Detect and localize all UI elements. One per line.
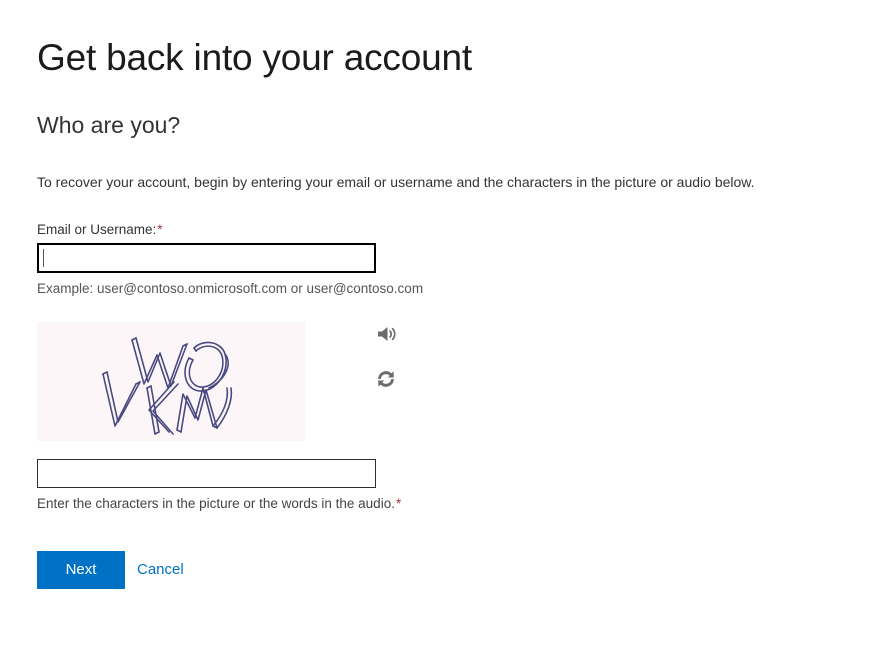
captcha-input[interactable] bbox=[37, 459, 376, 488]
email-field-label: Email or Username:* bbox=[37, 222, 163, 237]
email-label-text: Email or Username: bbox=[37, 222, 157, 237]
cancel-link[interactable]: Cancel bbox=[137, 551, 184, 589]
speaker-icon bbox=[378, 327, 396, 341]
captcha-refresh-button[interactable] bbox=[375, 367, 399, 391]
captcha-challenge-image bbox=[37, 322, 305, 441]
intro-text: To recover your account, begin by enteri… bbox=[37, 174, 755, 190]
refresh-icon bbox=[378, 371, 394, 387]
captcha-image-container bbox=[37, 322, 305, 441]
captcha-required-asterisk: * bbox=[395, 496, 402, 511]
captcha-tools bbox=[375, 322, 401, 391]
email-required-asterisk: * bbox=[157, 222, 163, 237]
page-subtitle: Who are you? bbox=[37, 112, 181, 138]
text-caret bbox=[43, 249, 44, 267]
email-input[interactable] bbox=[37, 243, 376, 273]
email-example-hint: Example: user@contoso.onmicrosoft.com or… bbox=[37, 281, 424, 296]
captcha-hint: Enter the characters in the picture or t… bbox=[37, 496, 401, 511]
password-reset-page: Get back into your account Who are you? … bbox=[0, 0, 881, 667]
next-button[interactable]: Next bbox=[37, 551, 125, 589]
page-title: Get back into your account bbox=[37, 37, 472, 78]
captcha-hint-text: Enter the characters in the picture or t… bbox=[37, 496, 395, 511]
captcha-audio-button[interactable] bbox=[375, 322, 399, 346]
